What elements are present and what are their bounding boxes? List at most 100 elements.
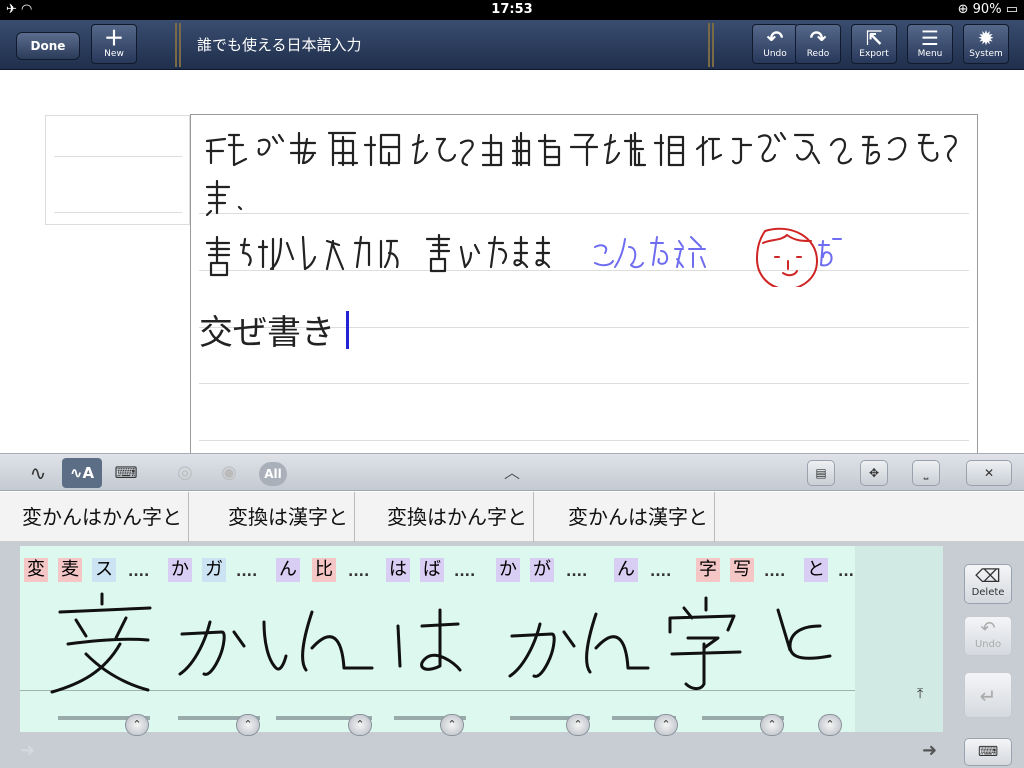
all-filter-button[interactable]: All xyxy=(259,462,287,486)
redo-icon: ↷ xyxy=(809,26,827,50)
note-rule xyxy=(199,440,969,441)
filter-circle-icon: ◎ xyxy=(177,462,193,483)
note-page[interactable]: 交ぜ書き xyxy=(190,114,978,459)
candidate-item[interactable]: 変換はかん字と xyxy=(381,492,534,542)
char-chip[interactable]: ん xyxy=(276,558,300,582)
chevron-up-icon: ⌃ xyxy=(243,718,253,731)
handwriting-mode-button[interactable]: ∿ xyxy=(20,458,56,488)
char-chip[interactable]: ス xyxy=(92,558,116,582)
scroll-top-icon[interactable]: ⤒ xyxy=(917,686,923,702)
more-dots[interactable]: .... xyxy=(650,558,671,586)
export-icon: ⇱ xyxy=(865,26,883,50)
note-margin-panel xyxy=(45,115,190,225)
char-chip[interactable]: は xyxy=(386,558,410,582)
more-dots[interactable]: .... xyxy=(764,558,785,586)
margin-rule xyxy=(54,212,182,213)
nav-bar: Done ＋ New 誰でも使える日本語入力 ↶ Undo ↷ Redo ⇱ E… xyxy=(0,20,1024,70)
left-arrow-icon[interactable]: ➜ xyxy=(20,740,35,761)
delete-button[interactable]: ⌫ Delete xyxy=(964,564,1012,604)
close-keyboard-button[interactable]: ✕ xyxy=(966,460,1012,486)
gear-icon: ✹ xyxy=(977,26,995,50)
char-chip[interactable]: 写 xyxy=(730,558,754,582)
handwriting-pad: 変 麦 ス .... か ガ .... ん 比 .... は ば .... か … xyxy=(0,542,1024,768)
undo-stroke-button[interactable]: ↶ Undo xyxy=(964,616,1012,656)
char-chip[interactable]: か xyxy=(496,558,520,582)
candidate-filter-button[interactable]: ◎ xyxy=(170,458,200,488)
more-dots[interactable]: .... xyxy=(128,558,149,586)
delete-label: Delete xyxy=(971,587,1005,598)
char-chip[interactable]: と xyxy=(804,558,828,582)
margin-rule xyxy=(54,156,182,157)
right-arrow-icon[interactable]: ➜ xyxy=(922,740,937,761)
move-arrows-icon: ✥ xyxy=(868,466,880,480)
typed-text-line: 交ぜ書き xyxy=(199,313,335,353)
more-dots[interactable]: .... xyxy=(566,558,587,586)
expand-up-button[interactable]: ︿ xyxy=(498,458,526,488)
char-chip[interactable]: ば xyxy=(420,558,444,582)
more-dots[interactable]: .... xyxy=(454,558,475,586)
char-chip[interactable]: 比 xyxy=(312,558,336,582)
battery-icon: ▭ xyxy=(1005,2,1018,17)
chevron-up-icon: ⌃ xyxy=(447,718,457,731)
pen-stroke-icon: ∿ xyxy=(29,461,47,485)
slider-knob[interactable]: ⌃ xyxy=(654,714,678,736)
menu-icon: ☰ xyxy=(921,26,939,50)
slider-knob[interactable]: ⌃ xyxy=(236,714,260,736)
stroke-filter-button[interactable]: ◉ xyxy=(214,458,244,488)
slider-knob[interactable]: ⌃ xyxy=(440,714,464,736)
char-chip[interactable]: ん xyxy=(614,558,638,582)
slider-knob[interactable]: ⌃ xyxy=(818,714,842,736)
char-chip[interactable]: 麦 xyxy=(58,558,82,582)
undo-stroke-label: Undo xyxy=(974,639,1002,650)
candidate-item[interactable]: 変換は漢字と xyxy=(222,492,355,542)
slider-knob[interactable]: ⌃ xyxy=(125,714,149,736)
undo-label: Undo xyxy=(763,49,787,59)
status-bar: ✈ ◠ 17:53 ⊕ 90% ▭ xyxy=(0,0,1024,20)
hide-keyboard-button[interactable]: ⌨ xyxy=(964,738,1012,766)
slider-knob[interactable]: ⌃ xyxy=(348,714,372,736)
chevron-up-icon: ⌃ xyxy=(825,718,835,731)
candidate-bar: 変かんはかん字と 変換は漢字と 変換はかん字と 変かんは漢字と xyxy=(0,492,1024,542)
nav-divider xyxy=(708,23,714,67)
space-button[interactable]: ⎵ xyxy=(912,460,940,486)
writing-area-extension[interactable]: ⤒ xyxy=(855,546,943,732)
move-button[interactable]: ✥ xyxy=(860,460,888,486)
return-icon: ↵ xyxy=(979,684,997,708)
system-button[interactable]: ✹ System xyxy=(963,24,1009,64)
undo-icon: ↶ xyxy=(766,26,784,50)
keyboard-icon: ⌨ xyxy=(977,744,999,760)
export-button[interactable]: ⇱ Export xyxy=(851,24,897,64)
enter-button[interactable]: ↵ xyxy=(964,672,1012,718)
menu-button[interactable]: ☰ Menu xyxy=(907,24,953,64)
new-button[interactable]: ＋ New xyxy=(91,24,137,64)
slider-knob[interactable]: ⌃ xyxy=(760,714,784,736)
candidate-item[interactable]: 変かんは漢字と xyxy=(562,492,715,542)
char-chip[interactable]: 変 xyxy=(24,558,48,582)
nav-divider xyxy=(175,23,181,67)
keyboard-mode-button[interactable]: ⌨ xyxy=(110,458,142,488)
char-grid-button[interactable]: ▤ xyxy=(807,460,835,486)
char-chip[interactable]: 字 xyxy=(696,558,720,582)
chevron-up-icon: ⌃ xyxy=(355,718,365,731)
char-chip[interactable]: が xyxy=(530,558,554,582)
space-icon: ⎵ xyxy=(923,466,929,480)
input-toolbar: ∿ ∿A ⌨ ◎ ◉ All ︿ ▤ ✥ ⎵ ✕ xyxy=(0,453,1024,491)
candidate-item[interactable]: 変かんはかん字と xyxy=(16,492,189,542)
handwritten-line-2 xyxy=(205,227,842,287)
chevron-up-icon: ⌃ xyxy=(573,718,583,731)
handwriting-strokes xyxy=(50,592,832,694)
done-button[interactable]: Done xyxy=(16,32,80,60)
slider-knob[interactable]: ⌃ xyxy=(566,714,590,736)
chevron-up-icon: ⌃ xyxy=(132,718,142,731)
more-dots[interactable]: .... xyxy=(348,558,369,586)
undo-button[interactable]: ↶ Undo xyxy=(752,24,798,64)
document-title: 誰でも使える日本語入力 xyxy=(197,36,362,54)
writing-area[interactable]: 変 麦 ス .... か ガ .... ん 比 .... は ば .... か … xyxy=(20,546,859,736)
backspace-icon: ⌫ xyxy=(975,566,1001,587)
char-chip[interactable]: か xyxy=(168,558,192,582)
redo-button[interactable]: ↷ Redo xyxy=(795,24,841,64)
recognition-mode-button[interactable]: ∿A xyxy=(62,458,102,488)
chevron-up-icon: ︿ xyxy=(503,463,520,482)
char-chip[interactable]: ガ xyxy=(202,558,226,582)
more-dots[interactable]: .... xyxy=(236,558,257,586)
